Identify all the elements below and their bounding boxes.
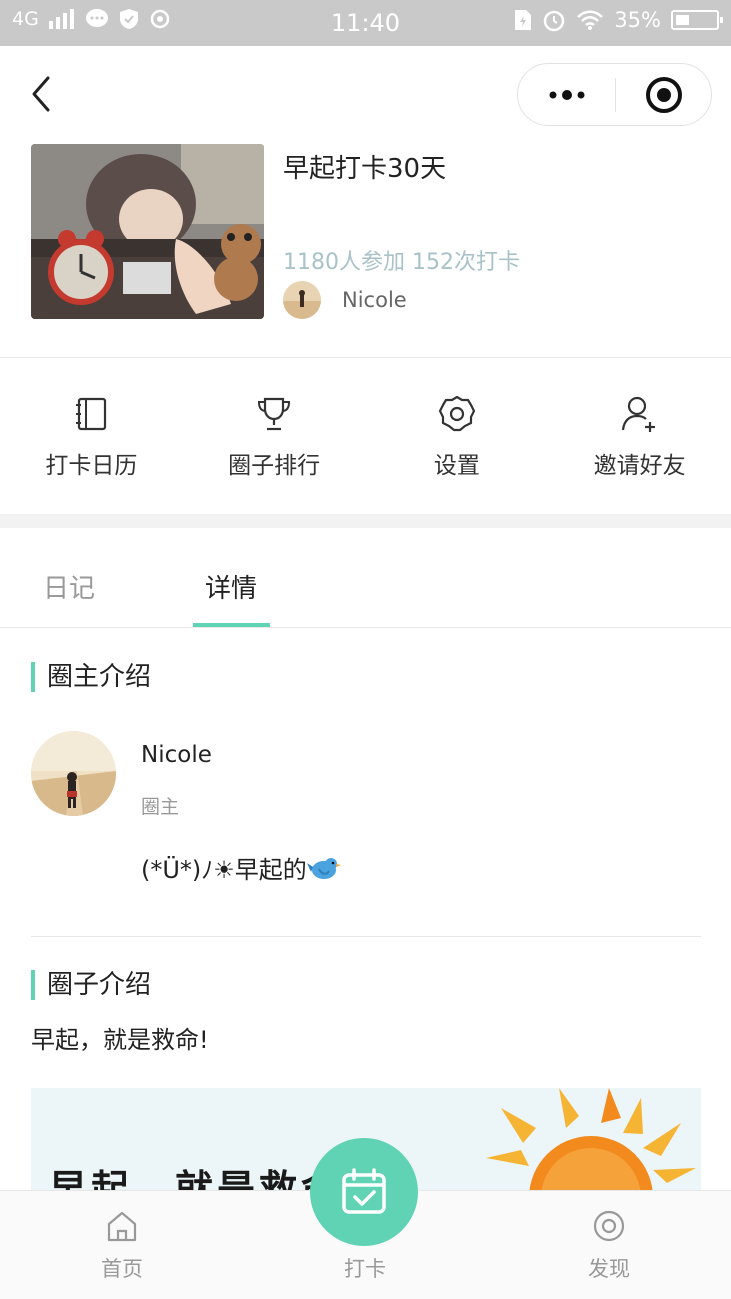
owner-section-title: 圈主介绍 [31,662,151,692]
action-label: 设置 [433,453,480,479]
checkin-fab-button[interactable] [310,1138,418,1246]
owner-bio-text: (*Ü*)ﾉ☀早起的 [141,856,307,884]
battery-percent: 35% [614,8,661,32]
section-gap [0,514,731,528]
action-grid: 打卡日历 圈子排行 设置 邀请好友 [0,358,731,514]
circle-title: 早起打卡30天 [283,154,447,184]
owner-role: 圈主 [141,796,180,818]
mini-program-capsule [517,63,712,126]
banner-text: 早起，就是救命 [49,1167,344,1192]
action-settings[interactable]: 设置 [366,358,549,514]
action-ranking[interactable]: 圈子排行 [183,358,366,514]
tabbar-checkin-label: 打卡 [344,1257,386,1281]
sim-icon [515,10,532,30]
circle-cover-image [31,144,264,319]
tab-detail[interactable]: 详情 [205,568,257,605]
add-user-icon [621,396,655,432]
bird-icon [306,857,341,879]
battery-icon [671,10,723,30]
tabbar-discover-label: 发现 [588,1257,630,1281]
discover-icon [593,1210,625,1242]
close-mini-program-button[interactable] [616,64,712,125]
action-calendar[interactable]: 打卡日历 [0,358,183,514]
calendar-notebook-icon [76,397,107,431]
divider [31,936,701,937]
action-label: 邀请好友 [593,453,686,479]
owner-row[interactable]: Nicole [283,281,407,319]
back-button[interactable] [22,74,62,114]
owner-bio: (*Ü*)ﾉ☀早起的 [141,850,341,885]
chevron-left-icon [32,76,50,112]
tabbar-home[interactable]: 首页 [62,1209,182,1283]
owner-name: Nicole [342,288,407,312]
home-icon [107,1211,137,1242]
calendar-check-icon [342,1168,386,1214]
action-invite[interactable]: 邀请好友 [548,358,731,514]
content-tabs: 日记 详情 [0,528,731,628]
owner-name: Nicole [141,742,212,768]
circle-stats: 1180人参加 152次打卡 [283,250,520,275]
wifi-icon [577,10,604,30]
alarm-icon [544,10,565,32]
more-button[interactable] [518,64,615,125]
action-label: 打卡日历 [45,453,138,479]
trophy-icon [258,397,291,431]
status-right: 35% [514,8,723,32]
action-label: 圈子排行 [228,453,321,479]
nav-bar [0,46,731,144]
tabbar-discover[interactable]: 发现 [549,1209,669,1283]
avatar [283,281,321,319]
gear-icon [438,395,475,432]
status-bar: 4G 11:40 35% [0,0,731,46]
target-close-icon [646,76,682,113]
circle-intro-text: 早起，就是救命! [31,1026,209,1054]
avatar[interactable] [31,731,116,816]
tabbar-home-label: 首页 [101,1257,143,1281]
tab-active-indicator [193,623,270,627]
more-dots-icon [549,89,584,100]
tab-diary[interactable]: 日记 [43,568,95,605]
intro-section-title: 圈子介绍 [31,970,151,1000]
